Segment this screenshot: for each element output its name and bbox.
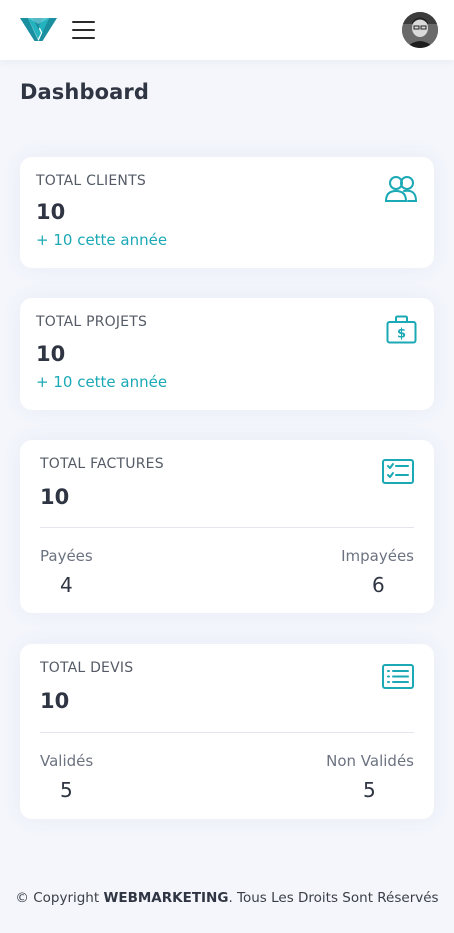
card-label: TOTAL FACTURES	[40, 456, 164, 472]
unpaid-value: 6	[372, 573, 385, 597]
paid-label: Payées	[40, 547, 93, 565]
top-bar	[0, 0, 454, 60]
total-devis-card[interactable]: TOTAL DEVIS 10 Validés 5 Non Validés 5	[20, 644, 434, 819]
card-value: 10	[40, 485, 70, 509]
footer-brand: WEBMARKETING	[103, 890, 229, 906]
card-divider	[40, 732, 414, 733]
card-label: TOTAL PROJETS	[36, 314, 148, 330]
validated-value: 5	[60, 778, 73, 802]
card-value: 10	[36, 200, 66, 224]
avatar-image	[402, 12, 438, 48]
checklist-icon	[382, 459, 414, 484]
not-validated-label: Non Validés	[326, 752, 414, 770]
card-label: TOTAL CLIENTS	[36, 173, 146, 189]
footer-prefix: © Copyright	[15, 890, 104, 906]
card-divider	[40, 527, 414, 528]
briefcase-dollar-icon: $	[386, 315, 417, 344]
hamburger-menu-icon[interactable]	[72, 20, 95, 39]
footer-copyright: © Copyright WEBMARKETING. Tous Les Droit…	[0, 890, 454, 906]
not-validated-value: 5	[363, 778, 376, 802]
footer-suffix: . Tous Les Droits Sont Réservés	[228, 890, 439, 906]
validated-label: Validés	[40, 752, 94, 770]
list-icon	[382, 664, 414, 689]
paid-value: 4	[60, 573, 73, 597]
users-icon	[385, 176, 418, 202]
card-subtext: + 10 cette année	[36, 373, 168, 391]
total-clients-card[interactable]: TOTAL CLIENTS 10 + 10 cette année	[20, 157, 434, 268]
svg-text:$: $	[397, 327, 406, 342]
page-title: Dashboard	[20, 80, 149, 104]
user-avatar[interactable]	[402, 12, 438, 48]
card-subtext: + 10 cette année	[36, 231, 168, 249]
unpaid-label: Impayées	[341, 547, 414, 565]
w-logo-icon[interactable]	[20, 16, 57, 43]
card-value: 10	[36, 342, 66, 366]
total-projets-card[interactable]: TOTAL PROJETS 10 + 10 cette année $	[20, 298, 434, 410]
total-factures-card[interactable]: TOTAL FACTURES 10 Payées 4 Impayées 6	[20, 440, 434, 613]
card-label: TOTAL DEVIS	[40, 660, 134, 676]
card-value: 10	[40, 689, 70, 713]
